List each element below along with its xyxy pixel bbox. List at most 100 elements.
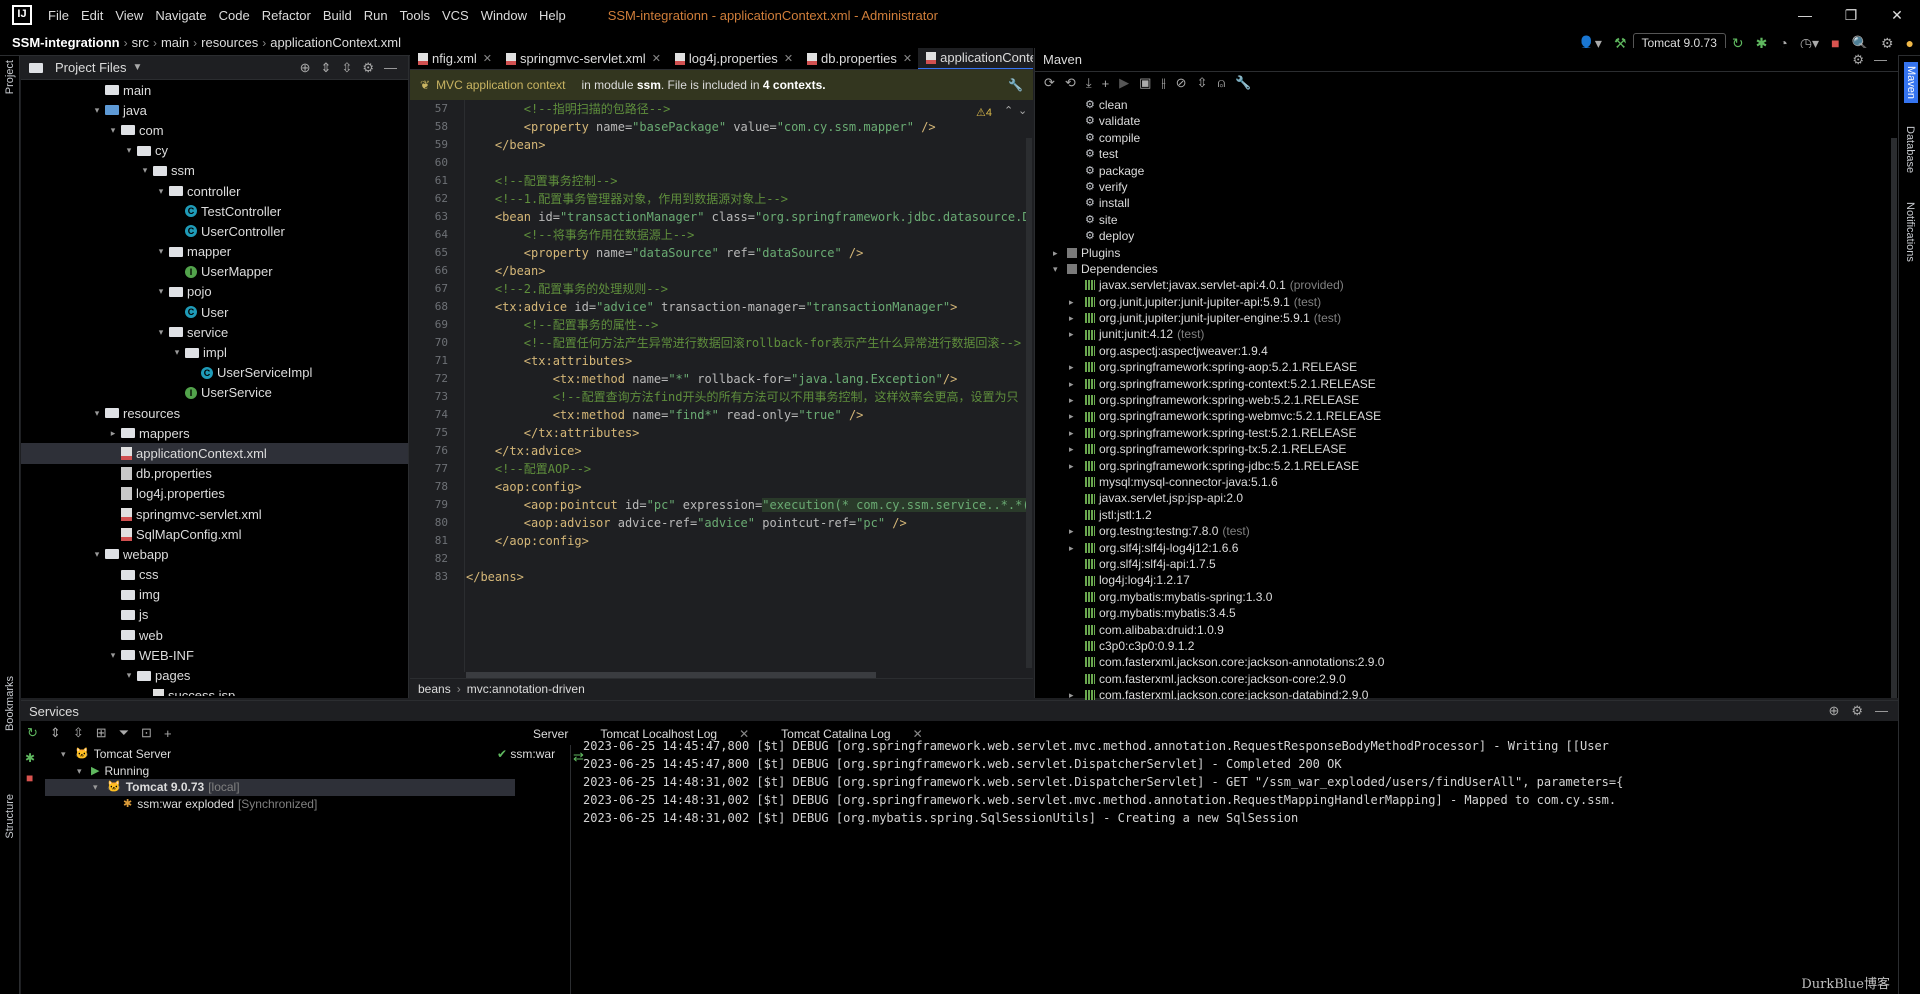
editor-tab[interactable]: applicationContext.xml✕ bbox=[918, 48, 1033, 69]
vertical-scrollbar[interactable] bbox=[1026, 138, 1032, 668]
menu-vcs[interactable]: VCS bbox=[436, 8, 475, 23]
debug-bug-icon[interactable]: ✱ bbox=[25, 751, 41, 765]
maven-dependency[interactable]: ▸ org.springframework:spring-tx:5.2.1.REL… bbox=[1035, 441, 1898, 457]
maven-dependency[interactable]: ▸ junit:junit:4.12 (test) bbox=[1035, 326, 1898, 342]
maven-dependency[interactable]: log4j:log4j:1.2.17 bbox=[1035, 572, 1898, 588]
collapse-all-icon[interactable]: ⇳ bbox=[67, 725, 90, 741]
maven-dependency[interactable]: javax.servlet.jsp:jsp-api:2.0 bbox=[1035, 490, 1898, 506]
project-tree-item[interactable]: applicationContext.xml bbox=[21, 443, 408, 464]
editor-tab[interactable]: db.properties ✕ bbox=[799, 48, 918, 69]
project-tree-item[interactable]: C User bbox=[21, 302, 408, 322]
maven-dependency[interactable]: ▸ org.junit.jupiter:junit-jupiter-api:5.9… bbox=[1035, 294, 1898, 310]
expand-arrow-icon[interactable]: ▾ bbox=[123, 670, 135, 681]
maven-dependency[interactable]: org.slf4j:slf4j-api:1.7.5 bbox=[1035, 556, 1898, 572]
expand-arrow-icon[interactable]: ▾ bbox=[155, 327, 167, 338]
project-view-select[interactable]: Project Files bbox=[55, 60, 127, 75]
expand-arrow-icon[interactable]: ▸ bbox=[1069, 326, 1085, 342]
project-tree-item[interactable]: css bbox=[21, 565, 408, 585]
project-tree-item[interactable]: ▾ mapper bbox=[21, 242, 408, 262]
project-tree-item[interactable]: main bbox=[21, 80, 408, 100]
maven-lifecycle-goal[interactable]: ⚙ verify bbox=[1035, 179, 1898, 195]
expand-arrow-icon[interactable]: ▾ bbox=[93, 779, 107, 796]
reload-generate-icon[interactable]: ⟲ bbox=[1060, 75, 1081, 91]
project-tree-item[interactable]: C TestController bbox=[21, 201, 408, 221]
hide-icon[interactable]: — bbox=[1869, 703, 1894, 719]
expand-arrow-icon[interactable]: ▸ bbox=[1069, 310, 1085, 326]
maven-dependency[interactable]: com.fasterxml.jackson.core:jackson-annot… bbox=[1035, 654, 1898, 670]
expand-arrow-icon[interactable]: ▾ bbox=[1053, 261, 1067, 277]
log-tab[interactable]: Server bbox=[517, 727, 584, 741]
expand-arrow-icon[interactable]: ▸ bbox=[1053, 245, 1067, 261]
chevron-down-icon[interactable]: ▼ bbox=[133, 62, 143, 73]
maven-lifecycle-goal[interactable]: ⚙ deploy bbox=[1035, 228, 1898, 244]
service-tree-item[interactable]: ▾ 🐱 Tomcat 9.0.73 [local] bbox=[45, 779, 515, 796]
maven-dependency[interactable]: ▸ org.springframework:spring-webmvc:5.2.1… bbox=[1035, 408, 1898, 424]
project-tree-item[interactable]: ▾ java bbox=[21, 100, 408, 120]
project-tree-item[interactable]: ▾ webapp bbox=[21, 544, 408, 564]
expand-arrow-icon[interactable]: ▾ bbox=[107, 650, 119, 661]
structure-tool-button[interactable]: Structure bbox=[4, 794, 16, 839]
expand-all-icon[interactable]: ⇕ bbox=[44, 725, 67, 741]
project-tree-item[interactable]: js bbox=[21, 605, 408, 625]
maven-dependency[interactable]: ▸ org.springframework:spring-context:5.2.… bbox=[1035, 376, 1898, 392]
menu-refactor[interactable]: Refactor bbox=[256, 8, 317, 23]
breadcrumb-item[interactable]: src bbox=[128, 35, 153, 50]
editor-tab[interactable]: nfig.xml ✕ bbox=[410, 48, 498, 69]
wrench-icon[interactable]: 🔧 bbox=[1230, 75, 1256, 91]
close-tab-icon[interactable]: ✕ bbox=[652, 52, 661, 65]
deployment-item[interactable]: ✔ ssm:war bbox=[497, 747, 570, 761]
hide-icon[interactable]: — bbox=[379, 60, 402, 76]
maven-dependency[interactable]: com.alibaba:druid:1.0.9 bbox=[1035, 622, 1898, 638]
menu-view[interactable]: View bbox=[109, 8, 149, 23]
collapse-all-icon[interactable]: ⇳ bbox=[1192, 75, 1213, 91]
database-tool-button[interactable]: Database bbox=[1904, 126, 1916, 173]
menu-edit[interactable]: Edit bbox=[75, 8, 109, 23]
restore-button[interactable]: ❐ bbox=[1828, 0, 1874, 30]
project-tree-item[interactable]: ▾ WEB-INF bbox=[21, 645, 408, 665]
expand-arrow-icon[interactable]: ▾ bbox=[91, 549, 103, 560]
maven-plugins-node[interactable]: ▸ Plugins bbox=[1035, 245, 1898, 261]
notifications-tool-button[interactable]: Notifications bbox=[1904, 202, 1916, 262]
menu-window[interactable]: Window bbox=[475, 8, 533, 23]
maven-dependencies-node[interactable]: ▾ Dependencies bbox=[1035, 261, 1898, 277]
close-tab-icon[interactable]: ✕ bbox=[784, 52, 793, 65]
execute-goal-icon[interactable]: ▣ bbox=[1134, 75, 1156, 91]
menu-tools[interactable]: Tools bbox=[394, 8, 436, 23]
add-icon[interactable]: + bbox=[158, 726, 178, 741]
project-tree-item[interactable]: C UserController bbox=[21, 221, 408, 241]
project-tree-item[interactable]: SqlMapConfig.xml bbox=[21, 524, 408, 544]
project-tree-item[interactable]: ▾ impl bbox=[21, 342, 408, 362]
project-tree-item[interactable]: img bbox=[21, 585, 408, 605]
breadcrumb-item[interactable]: main bbox=[157, 35, 193, 50]
warnings-indicator[interactable]: ⚠4 bbox=[976, 106, 992, 119]
menu-run[interactable]: Run bbox=[358, 8, 394, 23]
close-tab-icon[interactable]: ✕ bbox=[903, 52, 912, 65]
project-tree-item[interactable]: ▾ pages bbox=[21, 665, 408, 685]
project-tree-item[interactable]: ▾ cy bbox=[21, 141, 408, 161]
new-tab-icon[interactable]: ⊡ bbox=[135, 725, 158, 741]
breadcrumb-item[interactable]: resources bbox=[197, 35, 262, 50]
project-tree-item[interactable]: C UserServiceImpl bbox=[21, 363, 408, 383]
xml-breadcrumb-item[interactable]: mvc:annotation-driven bbox=[467, 682, 585, 696]
add-icon[interactable]: + bbox=[1097, 76, 1115, 91]
show-dependencies-icon[interactable]: ⍝ bbox=[1212, 75, 1230, 91]
expand-arrow-icon[interactable]: ▸ bbox=[1069, 458, 1085, 474]
maven-dependency[interactable]: c3p0:c3p0:0.9.1.2 bbox=[1035, 638, 1898, 654]
maven-dependency[interactable]: javax.servlet:javax.servlet-api:4.0.1 (pr… bbox=[1035, 277, 1898, 293]
maven-dependency[interactable]: org.mybatis:mybatis-spring:1.3.0 bbox=[1035, 589, 1898, 605]
project-tree-item[interactable]: web bbox=[21, 625, 408, 645]
project-tool-button[interactable]: Project bbox=[4, 60, 16, 94]
maven-dependency[interactable]: org.mybatis:mybatis:3.4.5 bbox=[1035, 605, 1898, 621]
expand-arrow-icon[interactable]: ▾ bbox=[91, 408, 103, 419]
expand-arrow-icon[interactable]: ▾ bbox=[155, 286, 167, 297]
expand-arrow-icon[interactable]: ▸ bbox=[1069, 392, 1085, 408]
expand-arrow-icon[interactable]: ▸ bbox=[1069, 376, 1085, 392]
maven-lifecycle-goal[interactable]: ⚙ package bbox=[1035, 163, 1898, 179]
gear-icon[interactable]: ⚙ bbox=[1847, 52, 1869, 68]
project-tree-item[interactable]: ▾ service bbox=[21, 322, 408, 342]
expand-arrow-icon[interactable]: ▸ bbox=[1069, 408, 1085, 424]
menu-code[interactable]: Code bbox=[213, 8, 256, 23]
maven-lifecycle-goal[interactable]: ⚙ test bbox=[1035, 146, 1898, 162]
maven-lifecycle-goal[interactable]: ⚙ clean bbox=[1035, 97, 1898, 113]
close-button[interactable]: ✕ bbox=[1874, 0, 1920, 30]
